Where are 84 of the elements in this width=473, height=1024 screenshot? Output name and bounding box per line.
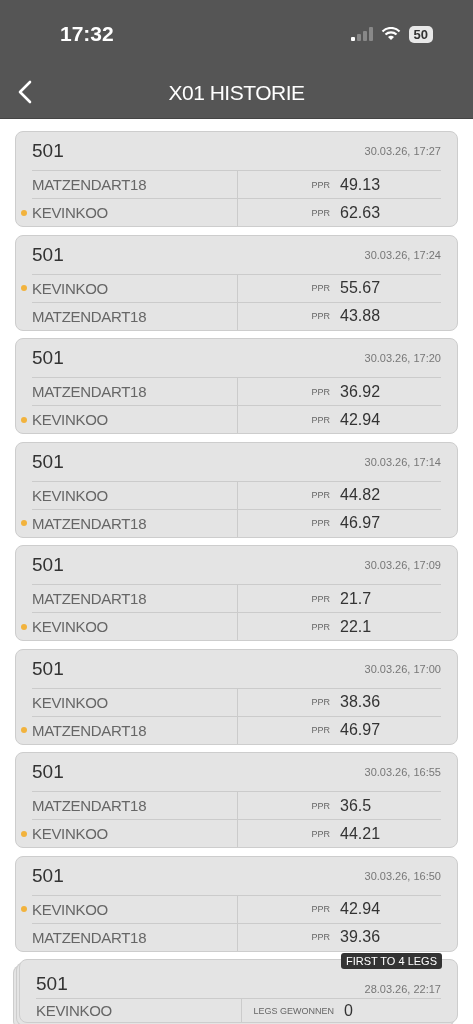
stat-value: 44.21 [340, 824, 381, 843]
player-name: KEVINKOO [32, 693, 108, 711]
stat-value: 46.97 [340, 721, 381, 739]
stat-value: 42.94 [340, 900, 381, 918]
game-title: 501 [36, 973, 68, 995]
stat-label: PPR [310, 386, 330, 397]
stat-label: PPR [310, 179, 330, 190]
stat-label: PPR [310, 283, 330, 293]
match-card[interactable]: 501 30.03.26, 17:27 MATZENDART18 PPR 49.13 KEVINKOO PPR 62.63 [15, 131, 458, 227]
player-name: MATZENDART18 [32, 383, 147, 400]
player-name: KEVINKOO [32, 825, 108, 842]
stat-label: PPR [310, 828, 330, 839]
game-title: 501 [32, 554, 64, 576]
format-badge: FIRST TO 4 LEGS [340, 953, 442, 969]
stat-value: 62.63 [340, 203, 381, 222]
stat-value: 39.36 [340, 928, 381, 946]
player-name: MATZENDART18 [32, 721, 147, 739]
match-card[interactable]: 501 30.03.26, 17:09 MATZENDART18 PPR 21.7 KEVINKOO PPR 22.1 [15, 545, 458, 641]
match-card[interactable]: 501 30.03.26, 17:00 KEVINKOO PPR 38.36 MATZENDART18 PPR 46.97 [15, 648, 458, 745]
status-time: 17:32 [60, 22, 114, 46]
stat-value: 46.97 [340, 514, 381, 532]
stat-value: 49.13 [340, 175, 381, 194]
battery-icon: 50 [408, 25, 433, 43]
stat-value: 43.88 [340, 307, 381, 325]
stat-label: PPR [310, 414, 330, 425]
game-date: 30.03.26, 17:20 [364, 352, 441, 364]
player-name: KEVINKOO [36, 1002, 112, 1019]
page-title: X01 HISTORIE [168, 81, 305, 105]
game-date: 30.03.26, 16:50 [364, 869, 441, 882]
game-date: 30.03.26, 17:09 [364, 559, 441, 571]
player-name: KEVINKOO [32, 486, 108, 504]
player-name: MATZENDART18 [32, 514, 147, 532]
player-name: KEVINKOO [32, 279, 108, 297]
game-date: 30.03.26, 17:27 [364, 145, 441, 157]
stat-label: PPR [310, 697, 330, 707]
back-icon[interactable] [18, 80, 32, 104]
stat-label: PPR [310, 207, 330, 218]
stat-value: 21.7 [340, 589, 372, 608]
stat-label: PPR [310, 311, 330, 321]
match-card[interactable]: 501 30.03.26, 16:55 MATZENDART18 PPR 36.5 KEVINKOO PPR 44.21 [15, 752, 458, 848]
stat-value: 36.92 [340, 382, 381, 401]
game-title: 501 [32, 864, 64, 887]
game-title: 501 [32, 657, 64, 680]
signal-icon [350, 27, 373, 41]
player-name: KEVINKOO [32, 204, 108, 221]
stat-label: PPR [310, 932, 330, 942]
stat-label: PPR [310, 800, 330, 811]
game-title: 501 [32, 243, 64, 266]
game-date: 30.03.26, 16:55 [364, 766, 441, 778]
game-date: 28.03.26, 22:17 [364, 983, 441, 995]
stat-label: PPR [310, 621, 330, 632]
game-date: 30.03.26, 17:14 [364, 455, 441, 468]
stat-label: PPR [310, 518, 330, 528]
stat-value: 44.82 [340, 486, 381, 504]
player-name: MATZENDART18 [32, 307, 147, 325]
game-title: 501 [32, 140, 64, 162]
match-card[interactable]: 501 30.03.26, 17:20 MATZENDART18 PPR 36.92 KEVINKOO PPR 42.94 [15, 338, 458, 434]
game-title: 501 [32, 761, 64, 783]
stat-label: PPR [310, 904, 330, 914]
player-name: KEVINKOO [32, 411, 108, 428]
stat-label: PPR [310, 593, 330, 604]
wifi-icon [380, 27, 401, 41]
stat-value: 55.67 [340, 279, 381, 297]
stat-label: LEGS GEWONNEN [252, 1005, 334, 1016]
stat-label: PPR [310, 725, 330, 735]
game-date: 30.03.26, 17:24 [364, 248, 441, 261]
match-card[interactable]: 501 30.03.26, 17:24 KEVINKOO PPR 55.67 MATZENDART18 PPR 43.88 [15, 234, 458, 331]
match-card[interactable]: 501 30.03.26, 17:14 KEVINKOO PPR 44.82 MATZENDART18 PPR 46.97 [15, 441, 458, 538]
stat-value: 42.94 [340, 410, 381, 429]
game-title: 501 [32, 347, 64, 369]
player-name: KEVINKOO [32, 618, 108, 635]
player-name: MATZENDART18 [32, 590, 147, 607]
player-name: MATZENDART18 [32, 176, 147, 193]
stat-value: 0 [344, 1001, 353, 1020]
player-name: MATZENDART18 [32, 928, 147, 946]
game-title: 501 [32, 450, 64, 473]
stat-value: 36.5 [340, 796, 372, 815]
stat-value: 38.36 [340, 693, 381, 711]
player-name: KEVINKOO [32, 900, 108, 918]
stat-label: PPR [310, 490, 330, 500]
player-name: MATZENDART18 [32, 797, 147, 814]
game-date: 30.03.26, 17:00 [364, 662, 441, 675]
stat-value: 22.1 [340, 617, 372, 636]
match-card[interactable]: 501 30.03.26, 16:50 KEVINKOO PPR 42.94 MATZENDART18 PPR 39.36 [15, 855, 458, 952]
